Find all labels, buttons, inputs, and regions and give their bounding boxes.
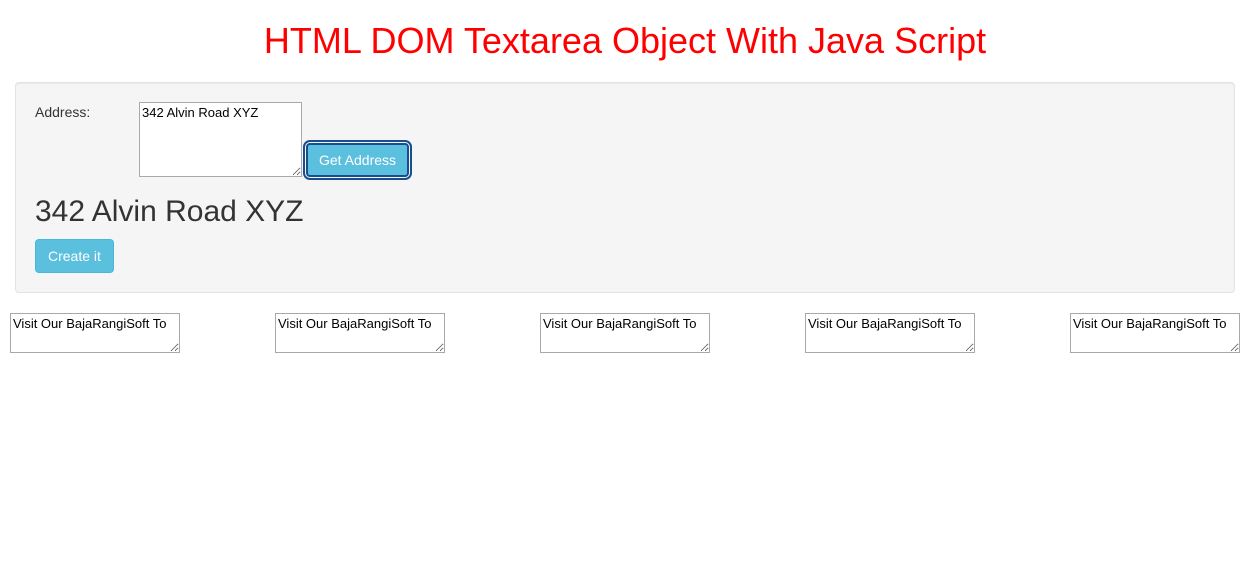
get-address-button[interactable]: Get Address (306, 143, 409, 177)
result-output: 342 Alvin Road XYZ (35, 195, 1215, 229)
main-panel: Address: Get Address 342 Alvin Road XYZ … (15, 82, 1235, 293)
created-textarea[interactable] (540, 313, 710, 353)
created-textarea[interactable] (10, 313, 180, 353)
created-textarea[interactable] (805, 313, 975, 353)
created-textareas-row (0, 313, 1250, 353)
address-form-row: Address: Get Address (35, 102, 1215, 177)
created-textarea[interactable] (1070, 313, 1240, 353)
address-textarea[interactable] (139, 102, 302, 177)
created-textarea[interactable] (275, 313, 445, 353)
address-label: Address: (35, 102, 135, 120)
page-title: HTML DOM Textarea Object With Java Scrip… (0, 20, 1250, 62)
create-it-button[interactable]: Create it (35, 239, 114, 273)
